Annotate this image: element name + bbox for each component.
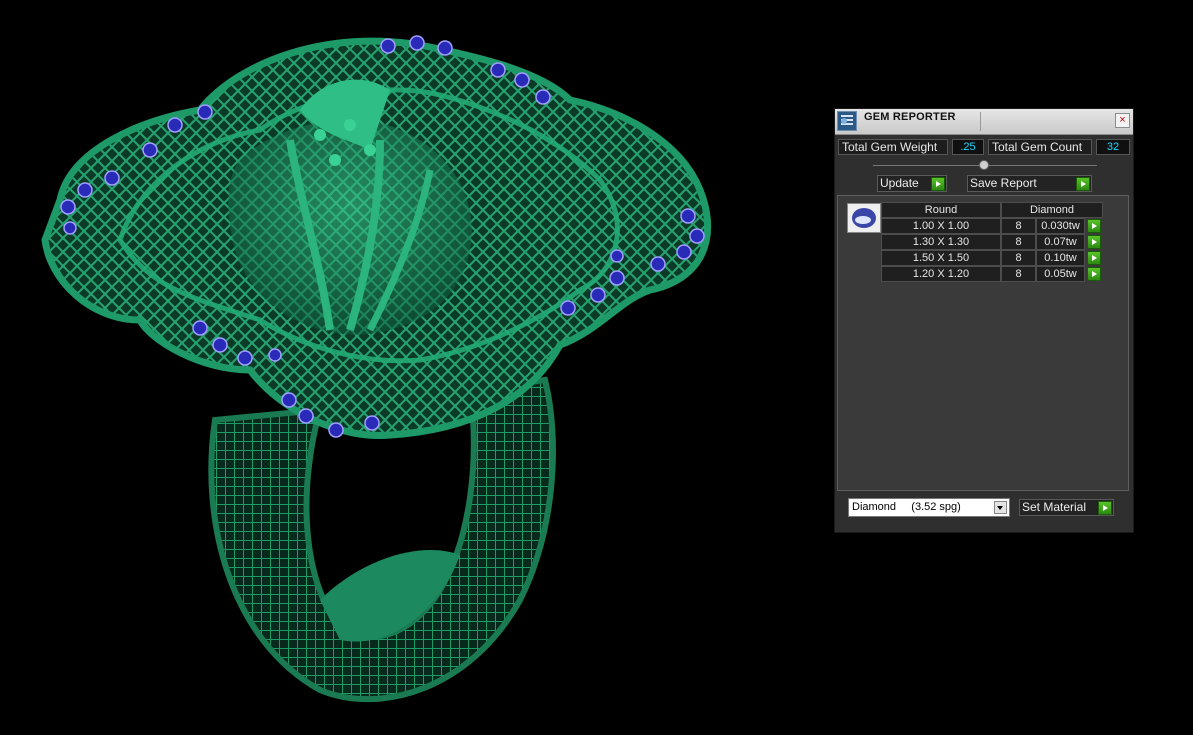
- total-gem-count-label: Total Gem Count: [988, 139, 1092, 155]
- gem-count: 8: [1001, 250, 1036, 266]
- material-dropdown-value: Diamond (3.52 spg): [852, 501, 961, 513]
- total-gem-weight-value: .25: [952, 139, 984, 155]
- set-material-button[interactable]: Set Material: [1019, 499, 1114, 516]
- column-header-shape: Round: [881, 202, 1001, 218]
- close-button[interactable]: ×: [1115, 113, 1130, 128]
- close-icon: ×: [1119, 114, 1126, 126]
- update-button-label: Update: [880, 176, 919, 190]
- slider-handle[interactable]: [979, 160, 989, 170]
- gem-size: 1.20 X 1.20: [881, 266, 1001, 282]
- panel-titlebar[interactable]: GEM REPORTER ×: [835, 109, 1133, 135]
- gem-list: Round Diamond 1.00 X 1.00 8 0.030tw 1.30…: [837, 195, 1129, 491]
- round-gem-icon[interactable]: [847, 203, 881, 233]
- green-play-icon[interactable]: [1087, 219, 1101, 233]
- green-play-icon: [1076, 177, 1090, 191]
- material-dropdown[interactable]: Diamond (3.52 spg): [848, 498, 1010, 517]
- update-button[interactable]: Update: [877, 175, 947, 192]
- set-material-button-label: Set Material: [1022, 500, 1087, 514]
- green-play-icon: [1098, 501, 1112, 515]
- gem-size: 1.50 X 1.50: [881, 250, 1001, 266]
- gem-weight: 0.05tw: [1036, 266, 1085, 282]
- gem-reporter-panel: GEM REPORTER × Total Gem Weight .25 Tota…: [834, 108, 1134, 533]
- panel-title: GEM REPORTER: [864, 111, 956, 123]
- gem-count: 8: [1001, 266, 1036, 282]
- gem-count: 8: [1001, 234, 1036, 250]
- gem-size: 1.30 X 1.30: [881, 234, 1001, 250]
- green-play-icon[interactable]: [1087, 267, 1101, 281]
- ring-petals: [41, 37, 712, 440]
- chevron-down-icon[interactable]: [994, 501, 1007, 514]
- gem-size: 1.00 X 1.00: [881, 218, 1001, 234]
- column-header-material: Diamond: [1001, 202, 1103, 218]
- gem-weight: 0.10tw: [1036, 250, 1085, 266]
- save-report-button[interactable]: Save Report: [967, 175, 1092, 192]
- green-play-icon[interactable]: [1087, 251, 1101, 265]
- total-gem-weight-label: Total Gem Weight: [838, 139, 948, 155]
- gem-weight: 0.07tw: [1036, 234, 1085, 250]
- green-play-icon[interactable]: [1087, 235, 1101, 249]
- save-report-button-label: Save Report: [970, 176, 1037, 190]
- gem-report-icon: [837, 111, 857, 131]
- total-gem-count-value: 32: [1096, 139, 1130, 155]
- green-play-icon: [931, 177, 945, 191]
- titlebar-divider: [980, 112, 981, 131]
- gem-count: 8: [1001, 218, 1036, 234]
- gem-weight: 0.030tw: [1036, 218, 1085, 234]
